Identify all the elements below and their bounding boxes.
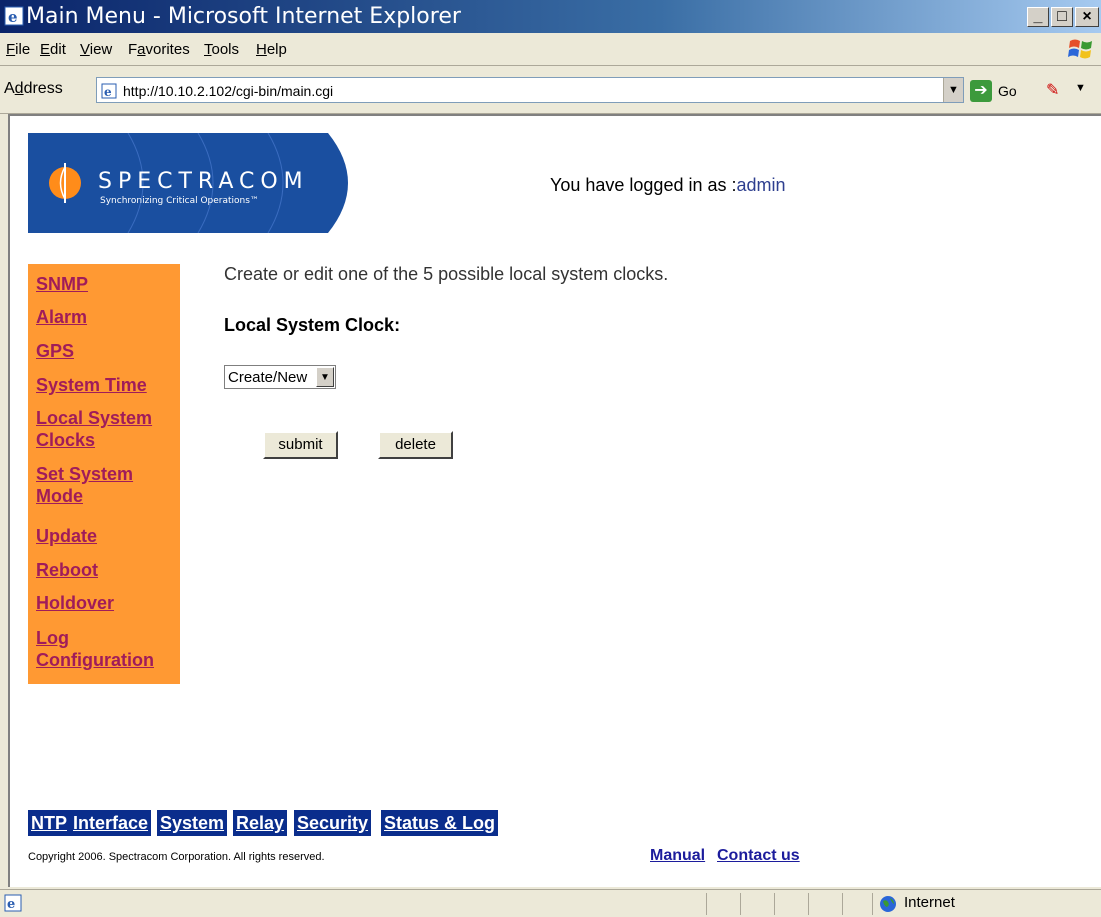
status-divider [808,893,809,915]
menu-favorites[interactable]: Favorites [128,41,190,58]
menu-view[interactable]: View [80,41,112,58]
status-divider [842,893,843,915]
status-divider [774,893,775,915]
username: admin [736,175,786,195]
go-button[interactable]: ➔ Go [970,79,1030,103]
page-content: SPECTRACOM Synchronizing Critical Operat… [8,114,1101,887]
svg-text:Synchronizing Critical Operati: Synchronizing Critical Operations™ [100,196,259,206]
select-value: Create/New [228,369,308,386]
status-divider [872,893,873,915]
login-message: You have logged in as :admin [550,175,786,195]
tab-relay[interactable]: Relay [233,810,288,836]
nav-snmp[interactable]: SNMP [36,274,88,294]
svg-text:e: e [8,8,18,26]
local-system-clock-select[interactable]: Create/New ▼ [224,365,336,389]
maximize-button[interactable]: □ [1051,7,1073,27]
browser-window: e Main Menu - Microsoft Internet Explore… [0,0,1101,917]
tab-system[interactable]: System [157,810,228,836]
close-button[interactable]: × [1075,7,1099,27]
nav-set-system-mode-line2[interactable]: Mode [36,486,83,506]
pdf-dropdown-icon[interactable]: ▼ [1075,82,1086,94]
menu-bar: File Edit View Favorites Tools Help [0,33,1101,66]
page-icon: e [101,83,117,99]
nav-local-system-clocks[interactable]: Local System [36,408,152,428]
status-divider [706,893,707,915]
globe-icon [880,896,896,912]
address-url: http://10.10.2.102/cgi-bin/main.cgi [123,83,334,99]
nav-alarm[interactable]: Alarm [36,307,87,327]
address-input[interactable]: e http://10.10.2.102/cgi-bin/main.cgi ▼ [96,77,964,103]
menu-edit[interactable]: Edit [40,41,66,58]
svg-text:SPECTRACOM: SPECTRACOM [98,169,309,194]
status-divider [740,893,741,915]
nav-log-configuration-line2[interactable]: Configuration [36,650,154,670]
nav-log-configuration[interactable]: Log [36,628,69,648]
nav-holdover[interactable]: Holdover [36,593,114,613]
nav-system-time[interactable]: System Time [36,375,147,395]
address-dropdown-icon[interactable]: ▼ [943,78,963,102]
pdf-icon[interactable]: ✎ [1046,80,1066,100]
security-zone-label: Internet [904,894,955,911]
nav-reboot[interactable]: Reboot [36,560,98,580]
page-status-icon: e [4,894,22,912]
tab-status-log[interactable]: Status & Log [381,810,498,836]
address-label: Address [4,80,63,97]
delete-button[interactable]: delete [378,431,453,459]
tab-security[interactable]: Security [294,810,372,836]
spectracom-logo: SPECTRACOM Synchronizing Critical Operat… [28,133,348,233]
windows-flag-icon [1068,39,1092,59]
tab-interface[interactable]: Interface [70,810,152,836]
tab-ntp[interactable]: NTP [28,810,70,836]
go-label: Go [998,83,1017,99]
status-bar: e Internet [0,889,1101,917]
copyright-text: Copyright 2006. Spectracom Corporation. … [28,851,325,863]
svg-text:e: e [7,897,15,912]
svg-text:e: e [104,85,112,99]
nav-gps[interactable]: GPS [36,341,74,361]
window-title: Main Menu - Microsoft Internet Explorer [26,4,461,29]
chevron-down-icon: ▼ [316,367,334,387]
menu-file[interactable]: File [6,41,30,58]
go-arrow-icon: ➔ [970,80,992,102]
contact-link[interactable]: Contact us [717,847,800,865]
menu-tools[interactable]: Tools [204,41,239,58]
title-bar: e Main Menu - Microsoft Internet Explore… [0,0,1101,33]
minimize-button[interactable]: _ [1027,7,1049,27]
intro-text: Create or edit one of the 5 possible loc… [224,264,669,284]
address-bar: Address e http://10.10.2.102/cgi-bin/mai… [0,66,1101,114]
side-nav: SNMP Alarm GPS System Time Local System … [28,264,180,684]
nav-set-system-mode[interactable]: Set System [36,464,133,484]
manual-link[interactable]: Manual [650,847,705,865]
nav-local-system-clocks-line2[interactable]: Clocks [36,430,95,450]
nav-update[interactable]: Update [36,526,97,546]
menu-help[interactable]: Help [256,41,287,58]
ie-icon: e [4,6,24,26]
local-system-clock-label: Local System Clock: [224,315,401,335]
submit-button[interactable]: submit [263,431,338,459]
